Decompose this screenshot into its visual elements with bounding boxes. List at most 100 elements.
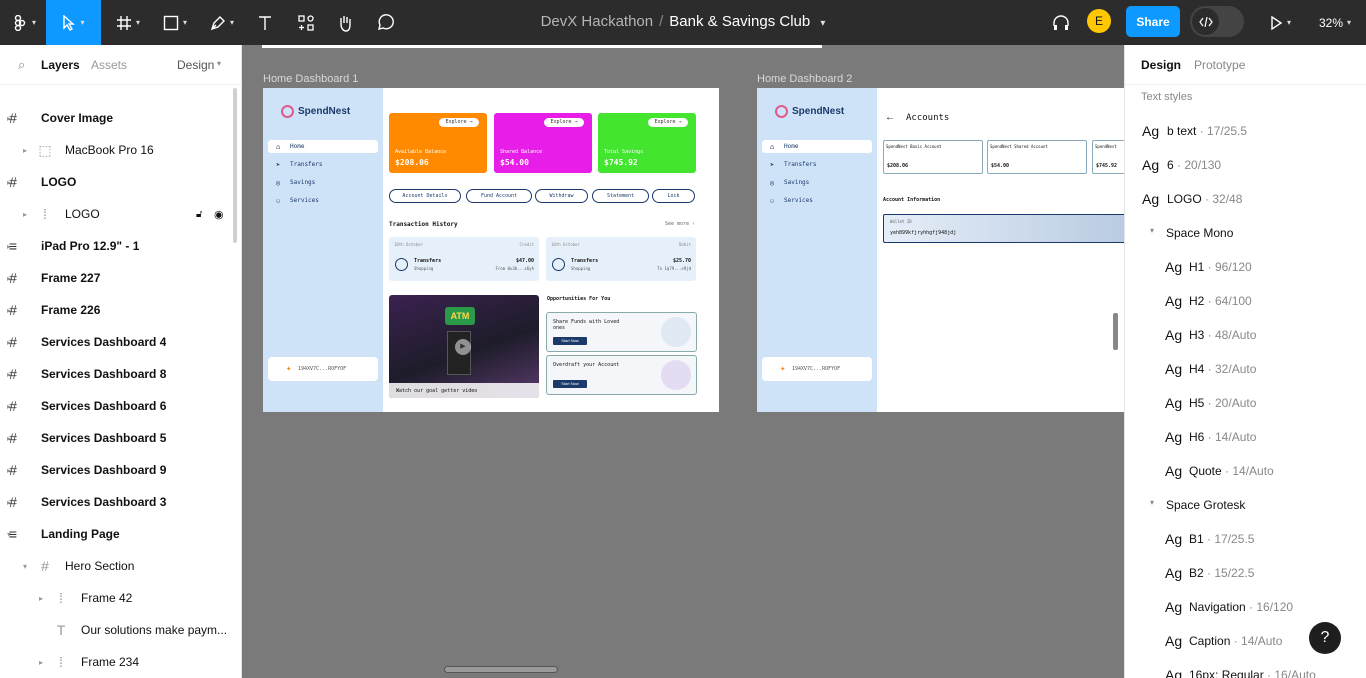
present-button[interactable]: ▾ <box>1262 0 1298 45</box>
help-button[interactable]: ? <box>1309 622 1341 654</box>
shape-tool-button[interactable]: ▾ <box>155 0 195 45</box>
explore-button[interactable]: Explore → <box>544 118 584 127</box>
layer-row[interactable]: ▾ # Hero Section <box>0 550 232 582</box>
explore-button[interactable]: Explore → <box>439 118 479 127</box>
text-style-row[interactable]: Ag H6 · 14/Auto <box>1125 420 1366 454</box>
opportunity-card[interactable]: Share Funds with Loved ones Start Now <box>546 312 697 352</box>
nav-home[interactable]: ⌂ Home <box>268 140 378 153</box>
chevron-right-icon[interactable]: ▸ <box>39 658 43 667</box>
canvas-vertical-scrollbar[interactable] <box>1113 313 1118 350</box>
dev-mode-toggle[interactable] <box>1190 6 1244 37</box>
tab-design[interactable]: Design <box>177 58 214 72</box>
text-style-row[interactable]: Ag H4 · 32/Auto <box>1125 352 1366 386</box>
layer-row[interactable]: ▸ ⬚ MacBook Pro 16 <box>0 134 232 166</box>
layer-row[interactable]: ▸ ⁞ Frame 42 <box>0 582 232 614</box>
hand-tool-button[interactable] <box>332 0 358 45</box>
zoom-menu[interactable]: 32% ▾ <box>1310 0 1360 45</box>
user-avatar[interactable]: E <box>1087 9 1111 33</box>
pill-fund-account[interactable]: Fund Account <box>466 189 532 203</box>
text-style-row[interactable]: Ag H5 · 20/Auto <box>1125 386 1366 420</box>
layer-row[interactable]: ▸ ⁞ LOGO 🔓︎ ◉ <box>0 198 232 230</box>
video-thumbnail[interactable]: ATM ▶ Watch our goal getter video <box>389 295 539 398</box>
tab-assets[interactable]: Assets <box>91 58 127 72</box>
account-card[interactable]: SpendNest Shared Account $54.00 <box>987 140 1087 174</box>
unlock-icon[interactable]: 🔓︎ <box>196 209 202 220</box>
pill-lock[interactable]: Lock <box>652 189 695 203</box>
back-arrow-icon[interactable]: ← <box>885 112 895 123</box>
text-style-row[interactable]: Ag Quote · 14/Auto <box>1125 454 1366 488</box>
canvas[interactable]: Home Dashboard 1 SpendNest ⌂ Home ➤ Transf… <box>242 45 1124 678</box>
text-style-row[interactable]: Ag 16px: Regular · 16/Auto <box>1125 658 1366 678</box>
account-card[interactable]: SpendNest Basic Account $208.06 <box>883 140 983 174</box>
layer-row[interactable]: ▸ # Services Dashboard 4 <box>0 326 232 358</box>
text-style-row[interactable]: Ag LOGO · 32/48 <box>1125 182 1366 216</box>
layer-row[interactable]: ▸ # LOGO <box>0 166 232 198</box>
transaction-card[interactable]: 10th October Credit Transfers Shopping $… <box>389 237 539 281</box>
pen-tool-button[interactable]: ▾ <box>202 0 242 45</box>
account-card[interactable]: SpendNest $745.92 <box>1092 140 1124 174</box>
project-name[interactable]: DevX Hackathon <box>541 13 654 30</box>
start-now-button[interactable]: Start Now <box>553 380 587 388</box>
layer-row[interactable]: ▸ # Services Dashboard 6 <box>0 390 232 422</box>
layer-row[interactable]: ▸ # Services Dashboard 9 <box>0 454 232 486</box>
start-now-button[interactable]: Start Now <box>553 337 587 345</box>
eye-icon[interactable]: ◉ <box>214 208 224 221</box>
chevron-down-icon[interactable]: ▾ <box>820 18 825 29</box>
nav-services[interactable]: ⚇ Services <box>762 194 872 207</box>
chevron-right-icon[interactable]: ▸ <box>23 210 27 219</box>
see-more-link[interactable]: See more › <box>665 221 695 227</box>
pill-account-details[interactable]: Account Details <box>389 189 461 203</box>
text-style-row[interactable]: Ag H3 · 48/Auto <box>1125 318 1366 352</box>
pill-statement[interactable]: Statement <box>592 189 649 203</box>
chevron-right-icon[interactable]: ▸ <box>23 146 27 155</box>
text-style-row[interactable]: Ag B2 · 15/22.5 <box>1125 556 1366 590</box>
comment-tool-button[interactable] <box>372 0 398 45</box>
layer-row[interactable]: ▸ # Services Dashboard 5 <box>0 422 232 454</box>
tab-layers[interactable]: Layers <box>41 58 80 72</box>
tab-design[interactable]: Design <box>1141 58 1181 72</box>
nav-transfers[interactable]: ➤ Transfers <box>762 158 872 171</box>
wallet-chip[interactable]: ✦ 194XV7C...ROFYOF <box>268 357 378 381</box>
explore-button[interactable]: Explore → <box>648 118 688 127</box>
layer-row[interactable]: ▸ # Cover Image <box>0 102 232 134</box>
share-button[interactable]: Share <box>1126 6 1180 37</box>
text-style-row[interactable]: Ag H1 · 96/120 <box>1125 250 1366 284</box>
text-style-row[interactable]: Ag B1 · 17/25.5 <box>1125 522 1366 556</box>
wallet-id-field[interactable]: Wallet ID yeh899kfjryhhgfj948jdj <box>883 214 1124 243</box>
layer-row[interactable]: ▾ ≡ Landing Page <box>0 518 232 550</box>
home-dashboard-1-frame[interactable]: SpendNest ⌂ Home ➤ Transfers ◎ Savings ⚇ Ser… <box>263 88 719 412</box>
style-group-space-grotesk[interactable]: ▾ Space Grotesk <box>1150 498 1245 512</box>
layer-row[interactable]: ▸ # Services Dashboard 3 <box>0 486 232 518</box>
nav-transfers[interactable]: ➤ Transfers <box>268 158 378 171</box>
wallet-chip[interactable]: ✦ 194XV7C...ROFYOF <box>762 357 872 381</box>
layer-row[interactable]: ▸ # Services Dashboard 8 <box>0 358 232 390</box>
nav-home[interactable]: ⌂ Home <box>762 140 872 153</box>
tab-prototype[interactable]: Prototype <box>1194 58 1245 72</box>
pill-withdraw[interactable]: Withdraw <box>535 189 588 203</box>
chevron-right-icon[interactable]: ▸ <box>39 594 43 603</box>
nav-savings[interactable]: ◎ Savings <box>268 176 378 189</box>
audio-button[interactable] <box>1048 0 1074 45</box>
chevron-down-icon[interactable]: ▾ <box>217 59 221 68</box>
transaction-card[interactable]: 10th October Debit Transfers Shopping $2… <box>546 237 696 281</box>
file-name[interactable]: Bank & Savings Club <box>669 13 810 30</box>
frame-label[interactable]: Home Dashboard 1 <box>263 73 358 85</box>
style-group-space-mono[interactable]: ▾ Space Mono <box>1150 226 1233 240</box>
layer-row[interactable]: T Our solutions make paym... <box>0 614 232 646</box>
text-tool-button[interactable] <box>252 0 278 45</box>
frame-label[interactable]: Home Dashboard 2 <box>757 73 852 85</box>
move-tool-button[interactable]: ▾ <box>46 0 101 45</box>
resources-button[interactable] <box>293 0 319 45</box>
opportunity-card[interactable]: Overdraft your Account Start Now <box>546 355 697 395</box>
nav-services[interactable]: ⚇ Services <box>268 194 378 207</box>
nav-savings[interactable]: ◎ Savings <box>762 176 872 189</box>
chevron-down-icon[interactable]: ▾ <box>23 562 27 571</box>
layer-row[interactable]: ▸ ⁞ Frame 234 <box>0 646 232 678</box>
canvas-horizontal-scrollbar[interactable] <box>444 666 558 673</box>
search-icon[interactable]: ⌕ <box>18 57 25 73</box>
text-style-row[interactable]: Ag H2 · 64/100 <box>1125 284 1366 318</box>
layer-row[interactable]: ▸ # Frame 227 <box>0 262 232 294</box>
text-style-row[interactable]: Ag b text · 17/25.5 <box>1125 114 1366 148</box>
layers-scrollbar[interactable] <box>233 88 237 243</box>
main-menu-button[interactable]: ▾ <box>4 0 44 45</box>
